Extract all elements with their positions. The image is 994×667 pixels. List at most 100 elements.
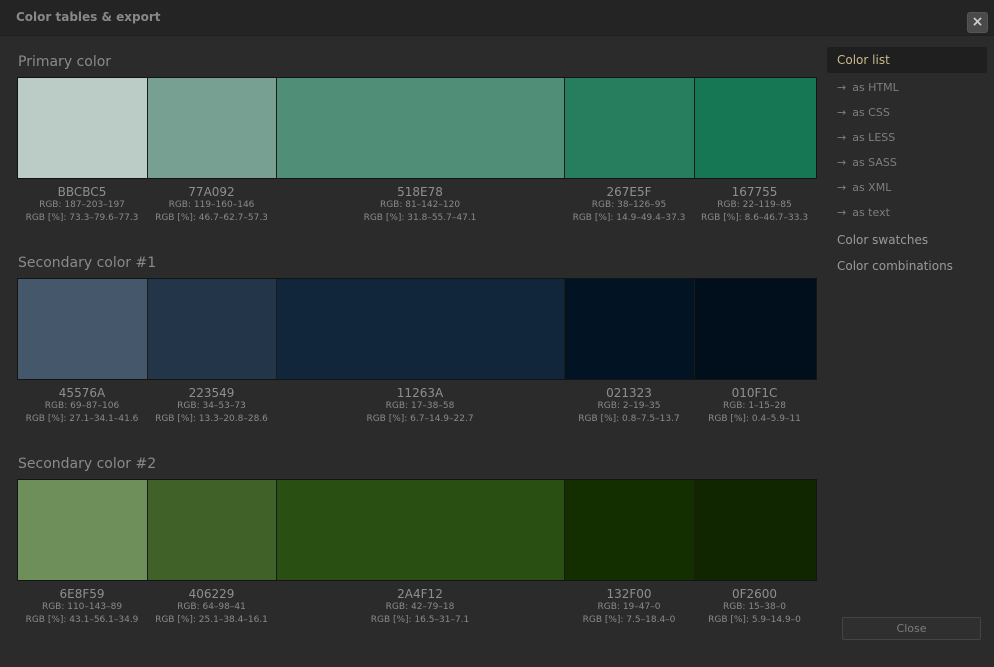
rgb-percent-values: RGB [%]: 25.1–38.4–16.1 <box>155 615 268 625</box>
color-swatch <box>148 78 277 178</box>
rgb-percent-values: RGB [%]: 31.8–55.7–47.1 <box>363 213 477 223</box>
hex-code: 267E5F <box>606 185 652 199</box>
window-title: Color tables & export <box>16 10 161 24</box>
rgb-values: RGB: 34–53–73 <box>177 401 246 411</box>
swatch-label: 267E5F RGB: 38–126–95 RGB [%]: 14.9–49.4… <box>564 185 694 225</box>
hex-code: 406229 <box>188 587 235 601</box>
rgb-percent-values: RGB [%]: 0.4–5.9–11 <box>708 414 801 424</box>
color-swatch <box>18 480 148 580</box>
swatch-label: 518E78 RGB: 81–142–120 RGB [%]: 31.8–55.… <box>276 185 564 225</box>
hex-code: 6E8F59 <box>59 587 105 601</box>
color-swatch <box>565 480 695 580</box>
rgb-values: RGB: 69–87–106 <box>44 401 120 411</box>
rgb-values: RGB: 19–47–0 <box>597 602 661 612</box>
swatch-label: 167755 RGB: 22–119–85 RGB [%]: 8.6–46.7–… <box>694 185 815 225</box>
section-title-secondary-2: Secondary color #2 <box>18 456 157 472</box>
sidebar-item-label: as CSS <box>852 106 890 119</box>
rgb-percent-values: RGB [%]: 43.1–56.1–34.9 <box>25 615 139 625</box>
swatch-strip-primary <box>17 77 817 179</box>
swatch-label: 6E8F59 RGB: 110–143–89 RGB [%]: 43.1–56.… <box>17 587 147 627</box>
color-swatch <box>277 78 565 178</box>
rgb-percent-values: RGB [%]: 13.3–20.8–28.6 <box>155 414 268 424</box>
hex-code: 11263A <box>396 386 444 400</box>
color-swatch <box>18 279 148 379</box>
arrow-right-icon: → <box>837 131 847 144</box>
rgb-percent-values: RGB [%]: 0.8–7.5–13.7 <box>578 414 680 424</box>
color-swatch <box>565 78 695 178</box>
window-titlebar: Color tables & export × <box>0 0 994 36</box>
sidebar-item-color-combinations[interactable]: Color combinations <box>827 259 987 273</box>
sidebar-item-as-html[interactable]: → as HTML <box>827 75 987 100</box>
rgb-values: RGB: 1–15–28 <box>723 401 786 411</box>
hex-code: 518E78 <box>397 185 443 199</box>
sidebar-item-label: as LESS <box>852 131 896 144</box>
swatch-label: 223549 RGB: 34–53–73 RGB [%]: 13.3–20.8–… <box>147 386 276 426</box>
color-swatch <box>695 78 816 178</box>
arrow-right-icon: → <box>837 81 847 94</box>
hex-code: 010F1C <box>731 386 778 400</box>
swatch-label: 45576A RGB: 69–87–106 RGB [%]: 27.1–34.1… <box>17 386 147 426</box>
rgb-percent-values: RGB [%]: 73.3–79.6–77.3 <box>25 213 139 223</box>
sidebar-item-label: as SASS <box>852 156 897 169</box>
sidebar-item-as-sass[interactable]: → as SASS <box>827 150 987 175</box>
arrow-right-icon: → <box>837 156 847 169</box>
sidebar-item-as-xml[interactable]: → as XML <box>827 175 987 200</box>
swatch-label: 77A092 RGB: 119–160–146 RGB [%]: 46.7–62… <box>147 185 276 225</box>
hex-code: BBCBC5 <box>57 185 107 199</box>
section-title-primary: Primary color <box>18 54 112 70</box>
sidebar-item-as-less[interactable]: → as LESS <box>827 125 987 150</box>
rgb-percent-values: RGB [%]: 16.5–31–7.1 <box>370 615 470 625</box>
arrow-right-icon: → <box>837 181 847 194</box>
hex-code: 45576A <box>58 386 106 400</box>
swatch-label: 2A4F12 RGB: 42–79–18 RGB [%]: 16.5–31–7.… <box>276 587 564 627</box>
sidebar-item-label: as HTML <box>852 81 899 94</box>
color-swatch <box>148 480 277 580</box>
rgb-values: RGB: 81–142–120 <box>379 200 461 210</box>
rgb-values: RGB: 110–143–89 <box>41 602 123 612</box>
hex-code: 132F00 <box>606 587 652 601</box>
sidebar-item-color-swatches[interactable]: Color swatches <box>827 233 987 247</box>
swatch-label: 010F1C RGB: 1–15–28 RGB [%]: 0.4–5.9–11 <box>694 386 815 426</box>
color-swatch <box>277 480 565 580</box>
swatch-label: BBCBC5 RGB: 187–203–197 RGB [%]: 73.3–79… <box>17 185 147 225</box>
sidebar-item-as-text[interactable]: → as text <box>827 200 987 225</box>
rgb-values: RGB: 119–160–146 <box>168 200 255 210</box>
arrow-right-icon: → <box>837 106 847 119</box>
rgb-percent-values: RGB [%]: 46.7–62.7–57.3 <box>155 213 268 223</box>
rgb-percent-values: RGB [%]: 14.9–49.4–37.3 <box>572 213 686 223</box>
hex-code: 77A092 <box>188 185 235 199</box>
rgb-percent-values: RGB [%]: 6.7–14.9–22.7 <box>366 414 474 424</box>
rgb-values: RGB: 22–119–85 <box>717 200 792 210</box>
rgb-values: RGB: 2–19–35 <box>597 401 661 411</box>
swatch-labels-secondary-2: 6E8F59 RGB: 110–143–89 RGB [%]: 43.1–56.… <box>17 587 817 627</box>
sidebar-item-color-list[interactable]: Color list <box>827 47 987 73</box>
rgb-percent-values: RGB [%]: 8.6–46.7–33.3 <box>700 213 809 223</box>
swatch-strip-secondary-1 <box>17 278 817 380</box>
close-button[interactable]: Close <box>842 617 981 640</box>
color-swatch <box>18 78 148 178</box>
sidebar-item-as-css[interactable]: → as CSS <box>827 100 987 125</box>
rgb-values: RGB: 187–203–197 <box>39 200 125 210</box>
rgb-values: RGB: 38–126–95 <box>591 200 667 210</box>
section-title-secondary-1: Secondary color #1 <box>18 255 157 271</box>
swatch-label: 132F00 RGB: 19–47–0 RGB [%]: 7.5–18.4–0 <box>564 587 694 627</box>
window-close-icon[interactable]: × <box>967 12 988 33</box>
sidebar-item-label: as XML <box>852 181 892 194</box>
swatch-labels-primary: BBCBC5 RGB: 187–203–197 RGB [%]: 73.3–79… <box>17 185 817 225</box>
rgb-percent-values: RGB [%]: 5.9–14.9–0 <box>708 615 801 625</box>
swatch-strip-secondary-2 <box>17 479 817 581</box>
rgb-percent-values: RGB [%]: 7.5–18.4–0 <box>582 615 676 625</box>
rgb-values: RGB: 17–38–58 <box>385 401 455 411</box>
hex-code: 021323 <box>606 386 652 400</box>
color-swatch <box>695 480 816 580</box>
arrow-right-icon: → <box>837 206 847 219</box>
export-sidebar: Color list → as HTML → as CSS → as LESS → as… <box>827 47 987 273</box>
sidebar-item-label: as text <box>852 206 890 219</box>
swatch-label: 406229 RGB: 64–98–41 RGB [%]: 25.1–38.4–… <box>147 587 276 627</box>
color-swatch <box>695 279 816 379</box>
swatch-labels-secondary-1: 45576A RGB: 69–87–106 RGB [%]: 27.1–34.1… <box>17 386 817 426</box>
color-swatch <box>148 279 277 379</box>
color-swatch <box>565 279 695 379</box>
hex-code: 167755 <box>731 185 778 199</box>
hex-code: 2A4F12 <box>397 587 443 601</box>
